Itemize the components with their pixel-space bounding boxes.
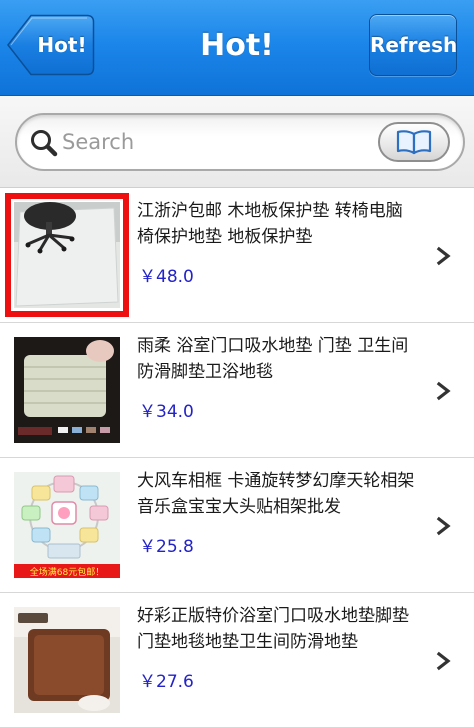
- product-thumbnail: [14, 337, 120, 443]
- search-icon: [29, 128, 59, 158]
- product-row[interactable]: 全场满68元包邮！ 大风车相框 卡通旋转梦幻摩天轮相架 音乐盒宝宝大头贴相架批发…: [0, 458, 474, 593]
- chevron-right-icon: [436, 516, 451, 536]
- search-bar: Search: [0, 96, 474, 188]
- product-title: 好彩正版特价浴室门口吸水地垫脚垫门垫地毯地垫卫生间防滑地垫: [137, 606, 409, 652]
- book-icon: [396, 130, 432, 155]
- product-title: 大风车相框 卡通旋转梦幻摩天轮相架 音乐盒宝宝大头贴相架批发: [137, 471, 415, 517]
- product-price: ￥27.6: [139, 672, 194, 692]
- product-thumbnail: [14, 607, 120, 713]
- search-input[interactable]: Search: [15, 113, 465, 171]
- chevron-right-icon: [436, 651, 451, 671]
- title-bar: Hot! Hot! Refresh: [0, 0, 474, 96]
- product-row[interactable]: 好彩正版特价浴室门口吸水地垫脚垫门垫地毯地垫卫生间防滑地垫 ￥27.6: [0, 593, 474, 728]
- product-title: 雨柔 浴室门口吸水地垫 门垫 卫生间 防滑脚垫卫浴地毯: [137, 336, 409, 382]
- product-price: ￥34.0: [139, 402, 194, 422]
- chevron-right-icon: [436, 246, 451, 266]
- bookmarks-button[interactable]: [378, 122, 450, 162]
- product-price: ￥48.0: [139, 267, 194, 287]
- product-row[interactable]: 江浙沪包邮 木地板保护垫 转椅电脑椅保护地垫 地板保护垫 ￥48.0: [0, 188, 474, 323]
- product-thumbnail: 全场满68元包邮！: [14, 472, 120, 578]
- search-placeholder: Search: [62, 130, 135, 154]
- chevron-right-icon: [436, 381, 451, 401]
- product-row[interactable]: 雨柔 浴室门口吸水地垫 门垫 卫生间 防滑脚垫卫浴地毯 ￥34.0: [0, 323, 474, 458]
- product-title: 江浙沪包邮 木地板保护垫 转椅电脑椅保护地垫 地板保护垫: [137, 201, 403, 247]
- product-list: 江浙沪包邮 木地板保护垫 转椅电脑椅保护地垫 地板保护垫 ￥48.0 雨柔 浴室…: [0, 188, 474, 728]
- thumb-banner-text: 全场满68元包邮！: [30, 566, 104, 578]
- product-price: ￥25.8: [139, 537, 194, 557]
- product-thumbnail: [14, 202, 120, 308]
- refresh-button[interactable]: Refresh: [369, 14, 457, 76]
